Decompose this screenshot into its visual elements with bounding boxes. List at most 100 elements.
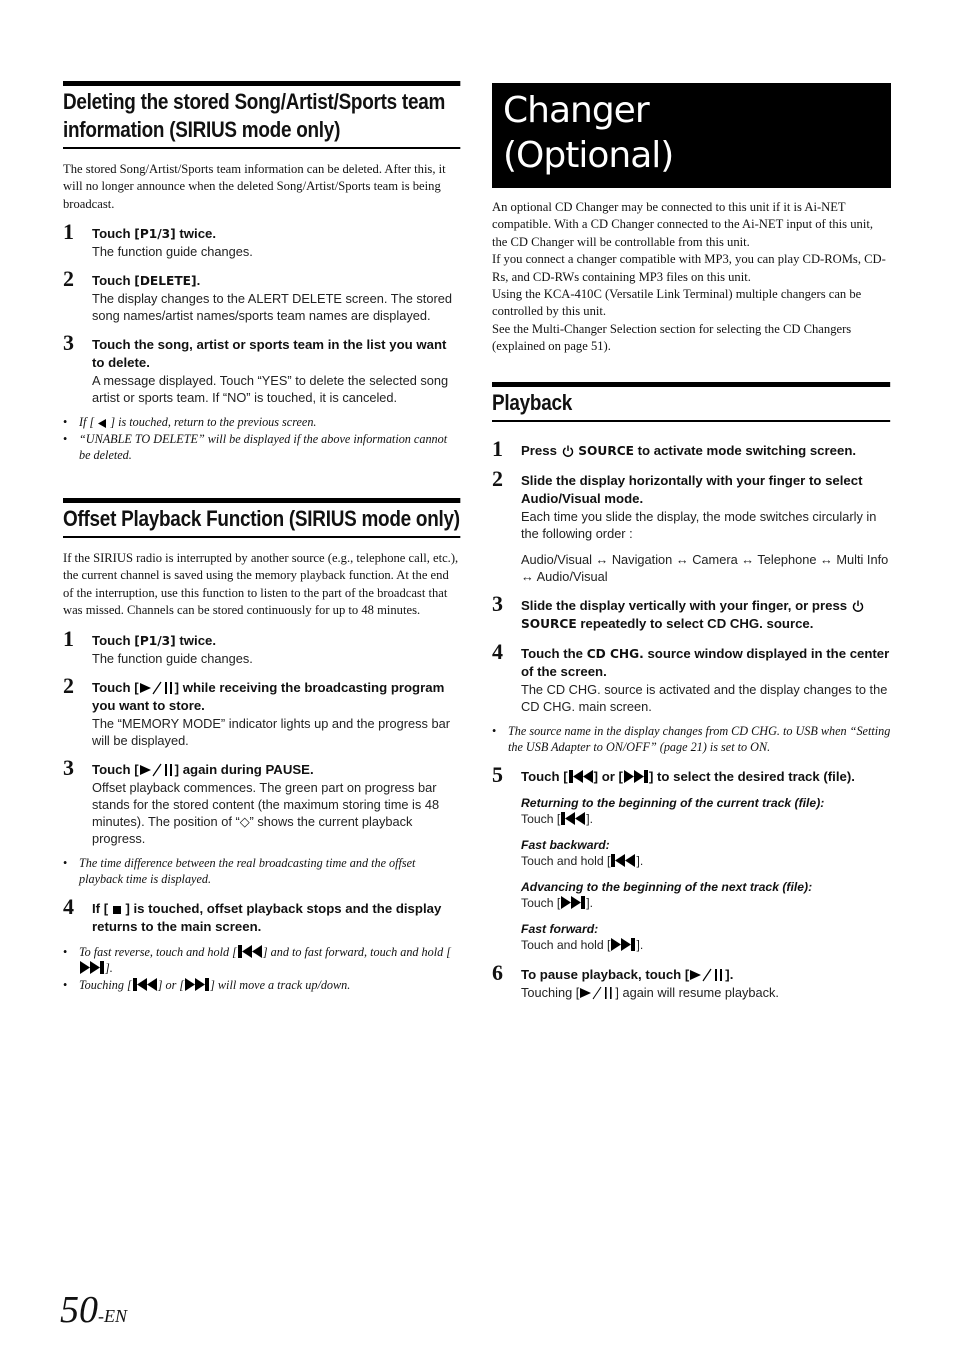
step-body: Each time you slide the display, the mod… (521, 508, 877, 541)
page-number: 50-EN (60, 1288, 127, 1332)
play-pause-icon (690, 968, 723, 982)
sub-text: Touch []. (521, 895, 594, 910)
note: To fast reverse, touch and hold [] and t… (63, 944, 461, 977)
step-body: The CD CHG. source is activated and the … (521, 681, 888, 714)
step-number: 2 (492, 465, 503, 491)
sub-title: Fast backward: (521, 837, 610, 852)
step: 4 Touch the CD CHG. source window displa… (492, 639, 891, 715)
step-body: The function guide changes. (92, 244, 253, 260)
note: Touching [] or [] will move a track up/d… (63, 977, 461, 994)
skip-back-icon (611, 853, 636, 867)
step-number: 2 (63, 672, 74, 698)
notes-list: If [ ] is touched, return to the previou… (63, 414, 461, 464)
notes-list: The time difference between the real bro… (63, 855, 461, 888)
step: 1 Touch [P1/3] twice. The function guide… (63, 220, 461, 260)
sub-text: Touch and hold []. (521, 853, 644, 868)
sub-title: Returning to the beginning of the curren… (521, 795, 825, 810)
step-title: Touch [] or [] to select the desired tra… (521, 768, 855, 784)
skip-forward-icon (623, 769, 648, 783)
step-body: A message displayed. Touch “YES” to dele… (92, 373, 449, 406)
mode-order: Audio/Visual ↔ Navigation ↔ Camera ↔ Tel… (521, 551, 889, 584)
sub-text: Touch and hold []. (521, 937, 644, 952)
section-heading-playback: Playback (492, 381, 891, 422)
intro-paragraph: An optional CD Changer may be connected … (492, 200, 873, 249)
step-number: 3 (492, 590, 503, 616)
step-title: Touch [] while receiving the broadcastin… (92, 679, 445, 713)
left-column: Deleting the stored Song/Artist/Sports t… (63, 0, 461, 994)
note: The source name in the display changes f… (492, 723, 891, 756)
step-title: If [ ] is touched, offset playback stops… (92, 900, 442, 934)
step-title: Slide the display horizontally with your… (521, 472, 863, 506)
sub-instruction: Fast backward: Touch and hold []. (521, 837, 891, 870)
skip-forward-icon (611, 937, 636, 951)
intro-paragraph: Using the KCA-410C (Versatile Link Termi… (492, 287, 862, 319)
step: 2 Slide the display horizontally with yo… (492, 466, 891, 585)
play-pause-icon (580, 986, 612, 1000)
step-number: 3 (63, 754, 74, 780)
skip-back-icon (568, 769, 593, 783)
step: 6 To pause playback, touch []. Touching … (492, 960, 891, 1001)
step-number: 1 (492, 435, 503, 461)
step: 1 Press SOURCE to activate mode switchin… (492, 436, 891, 460)
step: 2 Touch [] while receiving the broadcast… (63, 673, 461, 749)
step-body: Touching [] again will resume playback. (521, 984, 779, 1000)
section-heading-offset-playback: Offset Playback Function (SIRIUS mode on… (63, 498, 460, 538)
skip-forward-icon (185, 978, 210, 991)
step-number: 3 (63, 330, 74, 356)
section-intro: The stored Song/Artist/Sports team infor… (63, 162, 446, 211)
notes-list: The source name in the display changes f… (492, 723, 891, 756)
skip-forward-icon (561, 895, 586, 909)
stop-icon (112, 905, 121, 914)
step: 3 Touch [] again during PAUSE. Offset pl… (63, 755, 461, 847)
note: “UNABLE TO DELETE” will be displayed if … (63, 431, 461, 464)
sub-instruction: Returning to the beginning of the curren… (521, 795, 891, 828)
chapter-title-line: (Optional) (503, 135, 674, 176)
sub-title: Fast forward: (521, 921, 599, 936)
sub-instruction: Advancing to the beginning of the next t… (521, 879, 891, 912)
step-title: Touch [DELETE]. (92, 273, 201, 289)
intro-paragraph: See the Multi-Changer Selection section … (492, 321, 852, 354)
right-column: Changer (Optional) An optional CD Change… (492, 0, 891, 1001)
power-icon (562, 445, 573, 457)
skip-forward-icon (80, 961, 104, 975)
sub-instruction: Fast forward: Touch and hold []. (521, 921, 891, 954)
step: 3 Touch the song, artist or sports team … (63, 331, 461, 406)
skip-back-icon (561, 811, 586, 825)
step-number: 1 (63, 219, 74, 245)
step-body: The function guide changes. (92, 650, 253, 666)
play-pause-icon (139, 681, 172, 694)
chapter-intro: An optional CD Changer may be connected … (492, 199, 891, 356)
step-number: 5 (492, 761, 503, 787)
play-pause-icon (139, 763, 172, 776)
chapter-title: Changer (Optional) (492, 83, 891, 188)
page-number-suffix: -EN (98, 1306, 127, 1326)
skip-back-icon (132, 978, 157, 991)
step-number: 6 (492, 959, 503, 985)
back-triangle-icon (98, 419, 107, 429)
step: 5 Touch [] or [] to select the desired t… (492, 762, 891, 954)
step-title: Touch the song, artist or sports team in… (92, 337, 447, 371)
step-title: Touch [P1/3] twice. (92, 632, 217, 648)
step-body: The display changes to the ALERT DELETE … (92, 291, 452, 324)
intro-paragraph: If you connect a changer compatible with… (492, 252, 886, 284)
section-heading-deleting: Deleting the stored Song/Artist/Sports t… (63, 81, 461, 149)
note: The time difference between the real bro… (63, 855, 461, 888)
step-number: 4 (492, 638, 503, 664)
sub-title: Advancing to the beginning of the next t… (521, 879, 813, 894)
step-number: 1 (63, 625, 74, 651)
skip-back-icon (237, 944, 262, 958)
step-body: Offset playback commences. The green par… (92, 779, 440, 846)
step: 4 If [ ] is touched, offset playback sto… (63, 894, 461, 936)
step-number: 4 (63, 893, 74, 919)
step-title: Touch [] again during PAUSE. (92, 761, 314, 777)
chapter-title-line: Changer (503, 90, 650, 131)
power-icon (852, 600, 863, 612)
step-title: Touch [P1/3] twice. (92, 226, 217, 242)
notes-list: To fast reverse, touch and hold [] and t… (63, 944, 461, 994)
note: If [ ] is touched, return to the previou… (63, 414, 461, 431)
step-title: Slide the display vertically with your f… (521, 597, 891, 633)
step-title: Press SOURCE to activate mode switching … (521, 442, 857, 458)
step-body: The “MEMORY MODE” indicator lights up an… (92, 715, 450, 748)
step-title: Touch the CD CHG. source window displaye… (521, 645, 890, 679)
step: 3 Slide the display vertically with your… (492, 591, 891, 633)
